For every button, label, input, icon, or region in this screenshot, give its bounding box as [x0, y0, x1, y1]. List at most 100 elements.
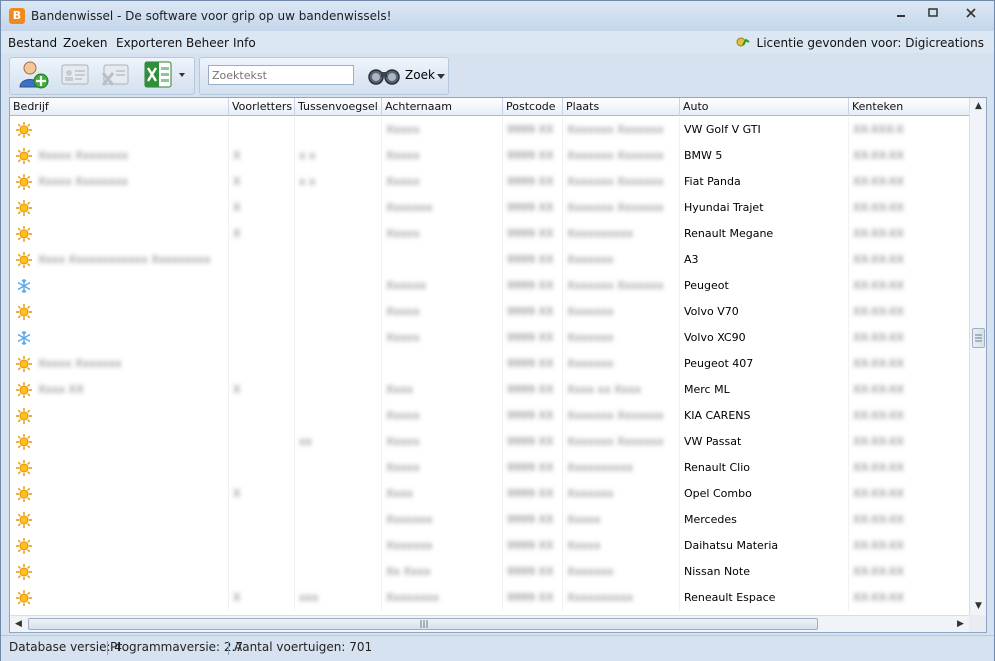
table-cell[interactable]: Xxxxxxx — [382, 195, 503, 221]
table-cell[interactable] — [295, 195, 382, 221]
table-cell[interactable] — [10, 299, 229, 325]
table-cell[interactable]: Xxxxxxx — [563, 299, 680, 325]
table-row[interactable]: Xxxxx 9999 XX Xxxxxxxxxx Renault Clio XX-XX-… — [10, 455, 970, 481]
table-cell[interactable]: XX-XX-XX — [849, 221, 970, 247]
table-cell[interactable]: Xxxxxx — [382, 273, 503, 299]
table-cell[interactable]: X — [229, 585, 295, 611]
table-cell[interactable]: Xxxx Xxxxxxxxxxxx Xxxxxxxxx — [10, 247, 229, 273]
table-cell[interactable] — [10, 455, 229, 481]
column-header-auto[interactable]: Auto — [680, 98, 849, 116]
table-cell[interactable]: Hyundai Trajet — [680, 195, 849, 221]
table-cell[interactable] — [229, 403, 295, 429]
table-cell[interactable] — [382, 351, 503, 377]
table-cell[interactable] — [229, 507, 295, 533]
table-cell[interactable]: 9999 XX — [503, 117, 563, 143]
table-cell[interactable]: Fiat Panda — [680, 169, 849, 195]
table-cell[interactable]: Xxxxx — [382, 169, 503, 195]
table-cell[interactable]: 9999 XX — [503, 325, 563, 351]
table-cell[interactable] — [382, 247, 503, 273]
table-cell[interactable]: Xxxxxxx Xxxxxxx — [563, 169, 680, 195]
table-cell[interactable]: Xxxxx Xxxxxxxx — [10, 169, 229, 195]
maximize-button[interactable] — [919, 6, 947, 26]
table-cell[interactable] — [10, 195, 229, 221]
search-button[interactable]: Zoek — [367, 60, 447, 90]
table-cell[interactable]: XX-XX-XX — [849, 169, 970, 195]
table-cell[interactable] — [10, 403, 229, 429]
table-cell[interactable]: A3 — [680, 247, 849, 273]
table-cell[interactable]: Xxxxxxxxxx — [563, 455, 680, 481]
table-cell[interactable] — [295, 403, 382, 429]
table-cell[interactable]: Xxxxxxx — [563, 247, 680, 273]
table-cell[interactable]: Xxxxxxxxxx — [563, 221, 680, 247]
table-cell[interactable]: 9999 XX — [503, 195, 563, 221]
table-cell[interactable]: Nissan Note — [680, 559, 849, 585]
column-header-bedrijf[interactable]: Bedrijf — [10, 98, 229, 116]
menu-zoeken[interactable]: Zoeken — [63, 36, 107, 50]
table-cell[interactable]: XX-XX-XX — [849, 507, 970, 533]
horizontal-scroll-thumb[interactable] — [28, 618, 818, 630]
table-cell[interactable]: Xxxxx — [382, 143, 503, 169]
table-cell[interactable]: Xxxx XX — [10, 377, 229, 403]
table-row[interactable]: X Xxxx 9999 XX Xxxxxxx Opel Combo XX-XX-XX — [10, 481, 970, 507]
table-cell[interactable]: Xxxxxxx Xxxxxxx — [563, 143, 680, 169]
table-row[interactable]: X Xxxxxxx 9999 XX Xxxxxxx Xxxxxxx Hyundai Tr… — [10, 195, 970, 221]
table-cell[interactable] — [295, 377, 382, 403]
table-cell[interactable]: X — [229, 169, 295, 195]
table-cell[interactable]: Xxxxxxx — [563, 351, 680, 377]
table-cell[interactable] — [10, 585, 229, 611]
table-cell[interactable]: Daihatsu Materia — [680, 533, 849, 559]
table-cell[interactable] — [229, 559, 295, 585]
table-cell[interactable]: Xxxxx — [382, 455, 503, 481]
table-cell[interactable]: Xxxx — [382, 377, 503, 403]
table-cell[interactable]: xx — [295, 429, 382, 455]
table-cell[interactable] — [10, 481, 229, 507]
table-cell[interactable]: 9999 XX — [503, 585, 563, 611]
table-cell[interactable]: XX-XX-XX — [849, 533, 970, 559]
table-cell[interactable]: XX-XX-XX — [849, 403, 970, 429]
table-cell[interactable]: Xxxxxxx — [382, 533, 503, 559]
table-cell[interactable]: 9999 XX — [503, 429, 563, 455]
table-cell[interactable]: 9999 XX — [503, 169, 563, 195]
table-cell[interactable] — [10, 273, 229, 299]
table-cell[interactable]: 9999 XX — [503, 247, 563, 273]
table-cell[interactable]: Xxxx — [382, 481, 503, 507]
table-cell[interactable]: XX-XX-XX — [849, 273, 970, 299]
table-row[interactable]: Xxxxxxx 9999 XX Xxxxx Daihatsu Materia XX-XX… — [10, 533, 970, 559]
table-cell[interactable]: Xxxxx — [382, 299, 503, 325]
table-cell[interactable] — [295, 299, 382, 325]
table-cell[interactable] — [10, 429, 229, 455]
table-cell[interactable] — [10, 533, 229, 559]
table-cell[interactable]: 9999 XX — [503, 455, 563, 481]
table-cell[interactable]: Xxxxx — [382, 221, 503, 247]
table-cell[interactable]: Xxxx xx Xxxx — [563, 377, 680, 403]
table-cell[interactable] — [229, 455, 295, 481]
table-cell[interactable]: Xxxxxxx Xxxxxxx — [563, 429, 680, 455]
table-cell[interactable]: Volvo XC90 — [680, 325, 849, 351]
table-row[interactable]: Xx Xxxx 9999 XX Xxxxxxx Nissan Note XX-XX-XX — [10, 559, 970, 585]
table-cell[interactable]: 9999 XX — [503, 143, 563, 169]
horizontal-scrollbar[interactable]: ◀ ▶ — [10, 615, 970, 632]
table-cell[interactable] — [10, 117, 229, 143]
scroll-left-icon[interactable]: ◀ — [10, 616, 27, 632]
table-cell[interactable]: Xxxxx — [382, 325, 503, 351]
table-row[interactable]: Xxxxxx 9999 XX Xxxxxxx Xxxxxxx Peugeot XX-XX… — [10, 273, 970, 299]
table-cell[interactable]: Xxxxxxxxxx — [563, 585, 680, 611]
table-cell[interactable]: Xxxxx — [563, 533, 680, 559]
scroll-up-icon[interactable]: ▲ — [970, 98, 986, 115]
table-cell[interactable] — [229, 325, 295, 351]
vertical-scrollbar[interactable]: ▲ ▼ — [969, 98, 986, 615]
table-row[interactable]: Xxxxx Xxxxxxxx Xx x Xxxxx 9999 XX Xxxxxxx Xx… — [10, 143, 970, 169]
table-cell[interactable] — [10, 507, 229, 533]
table-row[interactable]: Xxxx XX X Xxxx 9999 XX Xxxx xx Xxxx Merc ML XX… — [10, 377, 970, 403]
table-cell[interactable]: Xxxxx — [382, 403, 503, 429]
table-cell[interactable] — [295, 559, 382, 585]
table-cell[interactable]: Xxxxxxx — [563, 481, 680, 507]
table-cell[interactable]: XX-XX-XX — [849, 247, 970, 273]
table-cell[interactable]: XX-XX-XX — [849, 143, 970, 169]
table-cell[interactable]: XX-XX-XX — [849, 481, 970, 507]
menu-bestand[interactable]: Bestand — [8, 36, 57, 50]
table-cell[interactable] — [295, 325, 382, 351]
table-cell[interactable]: Xxxxx — [382, 429, 503, 455]
table-row[interactable]: Xxxxx Xxxxxxx 9999 XX Xxxxxxx Peugeot 407 XX… — [10, 351, 970, 377]
table-cell[interactable]: Xxxxxxx — [563, 325, 680, 351]
